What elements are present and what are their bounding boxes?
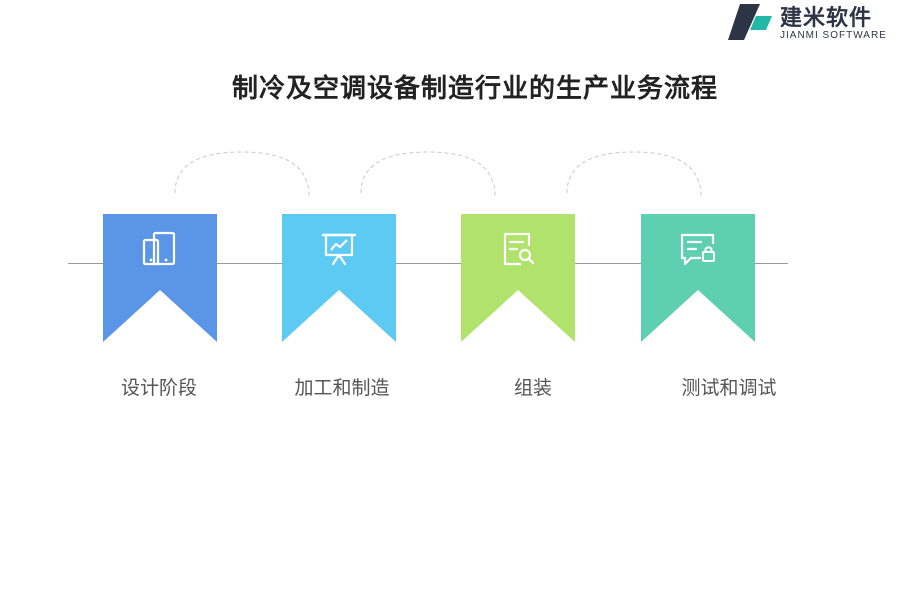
connector-arc-2: [360, 151, 496, 197]
mobile-devices-icon: [142, 231, 176, 266]
step-label-manufacturing: 加工和制造: [294, 377, 390, 399]
step-banner-assembly: [461, 214, 575, 344]
presentation-chart-icon: [321, 233, 357, 266]
chat-lock-icon: [680, 233, 715, 266]
step-label-testing: 测试和调试: [681, 377, 777, 399]
step-banner-manufacturing: [282, 214, 396, 344]
step-label-design: 设计阶段: [120, 377, 197, 399]
step-banner-testing: [641, 214, 755, 344]
connector-arc-3: [566, 151, 702, 197]
connector-arc-1: [174, 151, 310, 197]
step-label-assembly: 组装: [513, 377, 552, 399]
document-search-icon: [503, 232, 535, 266]
step-banner-design: [103, 214, 217, 344]
